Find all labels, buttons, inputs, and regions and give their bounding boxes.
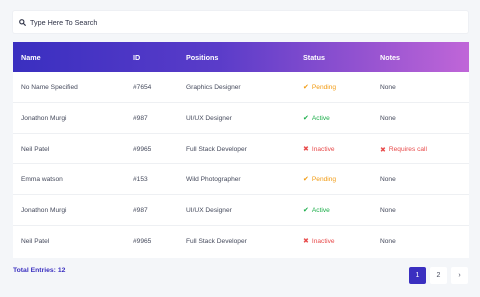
status-label: Pending [311,176,337,184]
cell-notes: None [380,84,396,91]
search-input[interactable] [30,17,430,27]
header-name[interactable]: Name [21,53,41,62]
header-notes[interactable]: Notes [380,53,400,62]
next-page-button[interactable]: › [451,267,468,284]
cell-notes: None [380,237,396,245]
cell-notes: None [380,207,396,215]
cell-name: Emma watson [21,176,63,184]
x-icon: ✖ [380,146,386,154]
status-label: Active [311,114,330,122]
status-label: Pending [311,84,337,91]
table-header: Name ID Positions Status Notes [13,42,469,72]
search-icon [19,18,26,26]
cell-name: Neil Patel [21,237,50,245]
cell-position: Wild Photographer [186,176,241,184]
cell-id: #987 [133,114,148,122]
cell-id: #987 [133,207,148,215]
x-icon: ✖ [303,145,309,153]
status-badge: ✔ Active [303,115,330,122]
cell-notes: ✖ Requires call [380,146,427,154]
cell-position: UI/UX Designer [186,207,232,215]
notes-label: Requires call [388,146,427,154]
table-row[interactable]: Jonathon Murgi #987 UI/UX Designer ✔ Acti… [13,103,469,134]
page-button-1[interactable]: 1 [409,267,426,284]
table-row[interactable]: Neil Patel #9965 Full Stack Developer ✖ I… [13,134,469,165]
table-row[interactable]: Jonathon Murgi #987 UI/UX Designer ✔ Acti… [13,195,469,226]
check-icon: ✔ [303,84,309,91]
x-icon: ✖ [303,237,309,245]
cell-name: Neil Patel [21,145,50,153]
status-badge: ✔ Active [303,207,330,214]
status-label: Inactive [311,237,335,245]
cell-id: #153 [133,176,148,184]
status-label: Active [311,207,330,215]
check-icon: ✔ [303,176,309,184]
employees-table: Name ID Positions Status Notes No Name S… [13,42,469,258]
cell-position: Graphics Designer [186,84,241,91]
status-badge: ✔ Pending [303,176,336,183]
cell-notes: None [380,114,396,122]
table-row[interactable]: Neil Patel #9965 Full Stack Developer ✖ I… [13,226,469,257]
cell-id: #7654 [133,84,152,91]
cell-position: Full Stack Developer [186,237,247,245]
cell-position: UI/UX Designer [186,114,232,122]
cell-id: #9965 [133,237,152,245]
status-badge: ✔ Pending [303,84,336,91]
status-badge: ✖ Inactive [303,238,335,245]
status-badge: ✖ Inactive [303,146,335,153]
total-entries: Total Entries: 12 [13,267,66,274]
check-icon: ✔ [303,114,309,122]
cell-id: #9965 [133,145,152,153]
cell-notes: None [380,176,396,184]
cell-name: Jonathon Murgi [21,114,67,122]
header-status[interactable]: Status [303,53,325,62]
table-row[interactable]: No Name Specified #7654 Graphics Designe… [13,72,469,103]
cell-position: Full Stack Developer [186,145,247,153]
page-button-2[interactable]: 2 [430,267,447,284]
check-icon: ✔ [303,207,309,215]
search-bar[interactable] [13,11,468,33]
status-label: Inactive [311,145,335,153]
table-row[interactable]: Emma watson #153 Wild Photographer ✔ Pend… [13,164,469,196]
cell-name: No Name Specified [21,84,78,91]
cell-name: Jonathon Murgi [21,207,67,215]
header-id[interactable]: ID [133,53,140,62]
header-positions[interactable]: Positions [186,53,218,62]
